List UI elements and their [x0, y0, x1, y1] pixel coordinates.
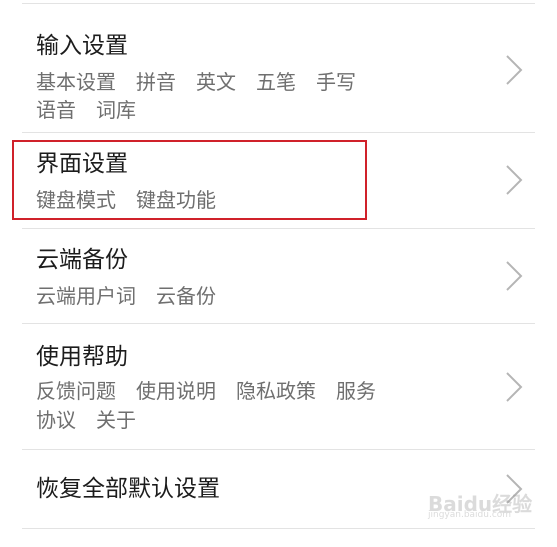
- chevron-right-icon: [503, 259, 525, 293]
- item-title: 云端备份: [36, 247, 128, 273]
- item-title: 使用帮助: [36, 344, 128, 370]
- chevron-right-icon: [503, 53, 525, 87]
- baidu-watermark-logo: Baidu经验 jingyan.baidu.com: [428, 486, 532, 526]
- item-title: 输入设置: [36, 33, 128, 59]
- sub-option: 反馈问题: [36, 379, 116, 403]
- chevron-right-icon: [503, 370, 525, 404]
- sub-option: 英文: [196, 70, 236, 94]
- sub-option: 服务: [336, 379, 376, 403]
- item-subtitle-line1: 反馈问题 使用说明 隐私政策 服务: [36, 377, 396, 405]
- sub-option: 协议: [36, 408, 76, 432]
- sub-option: 使用说明: [136, 379, 216, 403]
- sub-option: 云备份: [156, 284, 216, 308]
- divider: [22, 528, 535, 529]
- watermark-url: jingyan.baidu.com: [428, 510, 512, 520]
- item-subtitle-line2: 协议 关于: [36, 406, 156, 434]
- sub-option: 语音: [36, 98, 76, 122]
- sub-option: 基本设置: [36, 70, 116, 94]
- sub-option: 云端用户词: [36, 284, 136, 308]
- sub-option: 手写: [316, 70, 356, 94]
- divider: [22, 3, 535, 4]
- settings-page: 输入设置 基本设置 拼音 英文 五笔 手写 语音 词库 界面设置 键盘模式 键盘功能 云端备…: [0, 0, 557, 547]
- item-subtitle-line1: 云端用户词 云备份: [36, 282, 236, 310]
- settings-item-cloud-backup[interactable]: 云端备份 云端用户词 云备份: [0, 229, 557, 323]
- sub-option: 关于: [96, 408, 136, 432]
- sub-option: 隐私政策: [236, 379, 316, 403]
- chevron-right-icon: [503, 163, 525, 197]
- item-subtitle-line1: 基本设置 拼音 英文 五笔 手写: [36, 68, 376, 96]
- sub-option: 词库: [96, 98, 136, 122]
- highlight-box: [12, 140, 367, 220]
- settings-item-input[interactable]: 输入设置 基本设置 拼音 英文 五笔 手写 语音 词库: [0, 8, 557, 130]
- sub-option: 五笔: [256, 70, 296, 94]
- item-title: 恢复全部默认设置: [36, 476, 220, 502]
- settings-item-help[interactable]: 使用帮助 反馈问题 使用说明 隐私政策 服务 协议 关于: [0, 324, 557, 449]
- sub-option: 拼音: [136, 70, 176, 94]
- item-subtitle-line2: 语音 词库: [36, 96, 156, 124]
